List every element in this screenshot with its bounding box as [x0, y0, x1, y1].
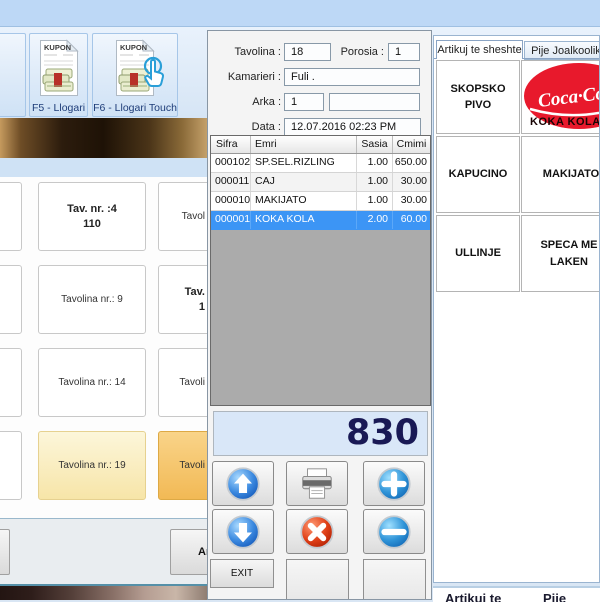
table-button-occupied-cut[interactable]: Tavoli	[158, 431, 207, 500]
table-button-14[interactable]: Tavolina nr.: 14	[38, 348, 146, 417]
tavolina-label: Tavolina :	[208, 43, 281, 61]
grid-header-row: Sifra Emri Sasia Cmimi	[211, 136, 430, 154]
arka-field[interactable]: 1	[284, 93, 324, 111]
table-row[interactable]: 000010 MAKIJATO 1.00 30.00	[211, 192, 430, 211]
product-kapucino[interactable]: KAPUCINO	[436, 136, 520, 213]
data-label: Data :	[208, 118, 281, 136]
bottom-category-artikuj: Artikuj te	[445, 591, 501, 602]
bottom-category-pije: Pije	[543, 591, 566, 602]
arka-label: Arka :	[208, 93, 281, 111]
table-button-4[interactable]: Tav. nr. :4 110	[38, 182, 146, 251]
arrow-up-icon	[225, 466, 261, 502]
f6-llogari-touch-button[interactable]: KUPON F6 - Llogari Touch	[92, 33, 178, 117]
kupon-invoice-icon: KUPON	[39, 39, 79, 97]
tables-panel: Tav. nr. :4 110 Tavol Tavolina nr.: 9 Ta…	[0, 177, 207, 518]
products-panel: Artikuj te sheshte Pije Joalkoolike SKOP…	[433, 35, 600, 583]
svg-text:KUPON: KUPON	[120, 43, 147, 52]
minus-icon	[376, 514, 412, 550]
desktop-strip	[0, 586, 207, 600]
total-display: 830	[213, 411, 428, 456]
toolbar-button-label: Touch	[0, 102, 25, 114]
table-button-partial[interactable]	[0, 348, 22, 417]
exit-button[interactable]: EXIT	[210, 559, 274, 588]
table-button-cut[interactable]: Tavoli	[158, 348, 207, 417]
toolbar-button-label: F5 - Llogari	[30, 102, 87, 114]
move-up-button[interactable]	[212, 461, 274, 506]
tab-artikuj-te-sheshte[interactable]: Artikuj te sheshte	[436, 40, 523, 59]
table-button-cut[interactable]: Tav. 1	[158, 265, 207, 334]
f9-incizo-button[interactable]: F9 - Incizo	[363, 559, 426, 600]
table-button-19-occupied[interactable]: Tavolina nr.: 19	[38, 431, 146, 500]
bottom-button-artikuj-partial[interactable]: Ar	[170, 529, 207, 575]
column-header-sasia[interactable]: Sasia	[357, 136, 393, 153]
order-items-grid: Sifra Emri Sasia Cmimi 000102 SP.SEL.RIZ…	[210, 135, 431, 406]
kamarieri-field[interactable]: Fuli .	[284, 68, 420, 86]
svg-text:KUPON: KUPON	[44, 43, 71, 52]
plus-icon	[376, 466, 412, 502]
toolbar-button-partial-touch[interactable]: Touch	[0, 33, 26, 117]
order-panel: Tavolina : 18 Porosia : 1 Kamarieri : Fu…	[207, 30, 432, 600]
arrow-down-icon	[225, 514, 261, 550]
table-row[interactable]: 000011 CAJ 1.00 30.00	[211, 173, 430, 192]
left-bottom-strip: Ar	[0, 518, 207, 585]
product-koka-kola[interactable]: Coca·Cola KOKA KOLA	[521, 60, 600, 134]
table-button-partial[interactable]	[0, 182, 22, 251]
porosia-field[interactable]: 1	[388, 43, 420, 61]
table-button-cut[interactable]: Tavol	[158, 182, 207, 251]
f5-llogari-button[interactable]: KUPON F5 - Llogari	[29, 33, 88, 117]
subtract-item-button[interactable]	[363, 509, 425, 554]
product-koka-kola-label: KOKA KOLA	[530, 114, 600, 131]
column-header-sifra[interactable]: Sifra	[211, 136, 251, 153]
table-button-partial[interactable]	[0, 265, 22, 334]
column-header-emri[interactable]: Emri	[251, 136, 357, 153]
product-ullinje[interactable]: ULLINJE	[436, 215, 520, 292]
red-x-icon	[299, 514, 335, 550]
arka-extra-field[interactable]	[329, 93, 420, 111]
add-item-button[interactable]	[363, 461, 425, 506]
product-makijato[interactable]: MAKIJATO	[521, 136, 600, 213]
porosia-label: Porosia :	[328, 43, 384, 61]
delete-item-button[interactable]	[286, 509, 348, 554]
bottom-button-partial[interactable]	[0, 529, 10, 575]
product-skopsko-pivo[interactable]: SKOPSKO PIVO	[436, 60, 520, 134]
touch-hand-icon	[139, 56, 169, 92]
f11-storno-button[interactable]: F11 - Storno Incizo	[286, 559, 349, 600]
money-stack-icon	[43, 69, 73, 91]
ribbon-top-band	[0, 0, 600, 27]
tavolina-field[interactable]: 18	[284, 43, 331, 61]
table-row[interactable]: 000102 SP.SEL.RIZLING 1.00 650.00	[211, 154, 430, 173]
print-button[interactable]	[286, 461, 348, 506]
toolbar-button-label: F6 - Llogari Touch	[93, 102, 177, 114]
table-button-partial[interactable]	[0, 431, 22, 500]
table-button-9[interactable]: Tavolina nr.: 9	[38, 265, 146, 334]
printer-icon	[298, 466, 336, 502]
product-speca-me-laken[interactable]: SPECA ME LAKEN	[521, 215, 600, 292]
move-down-button[interactable]	[212, 509, 274, 554]
banner-image	[0, 118, 207, 158]
kamarieri-label: Kamarieri :	[208, 68, 281, 86]
column-header-cmimi[interactable]: Cmimi	[393, 136, 430, 153]
table-row-selected[interactable]: 000001 KOKA KOLA 2.00 60.00	[211, 211, 430, 230]
data-field[interactable]: 12.07.2016 02:23 PM	[284, 118, 421, 136]
